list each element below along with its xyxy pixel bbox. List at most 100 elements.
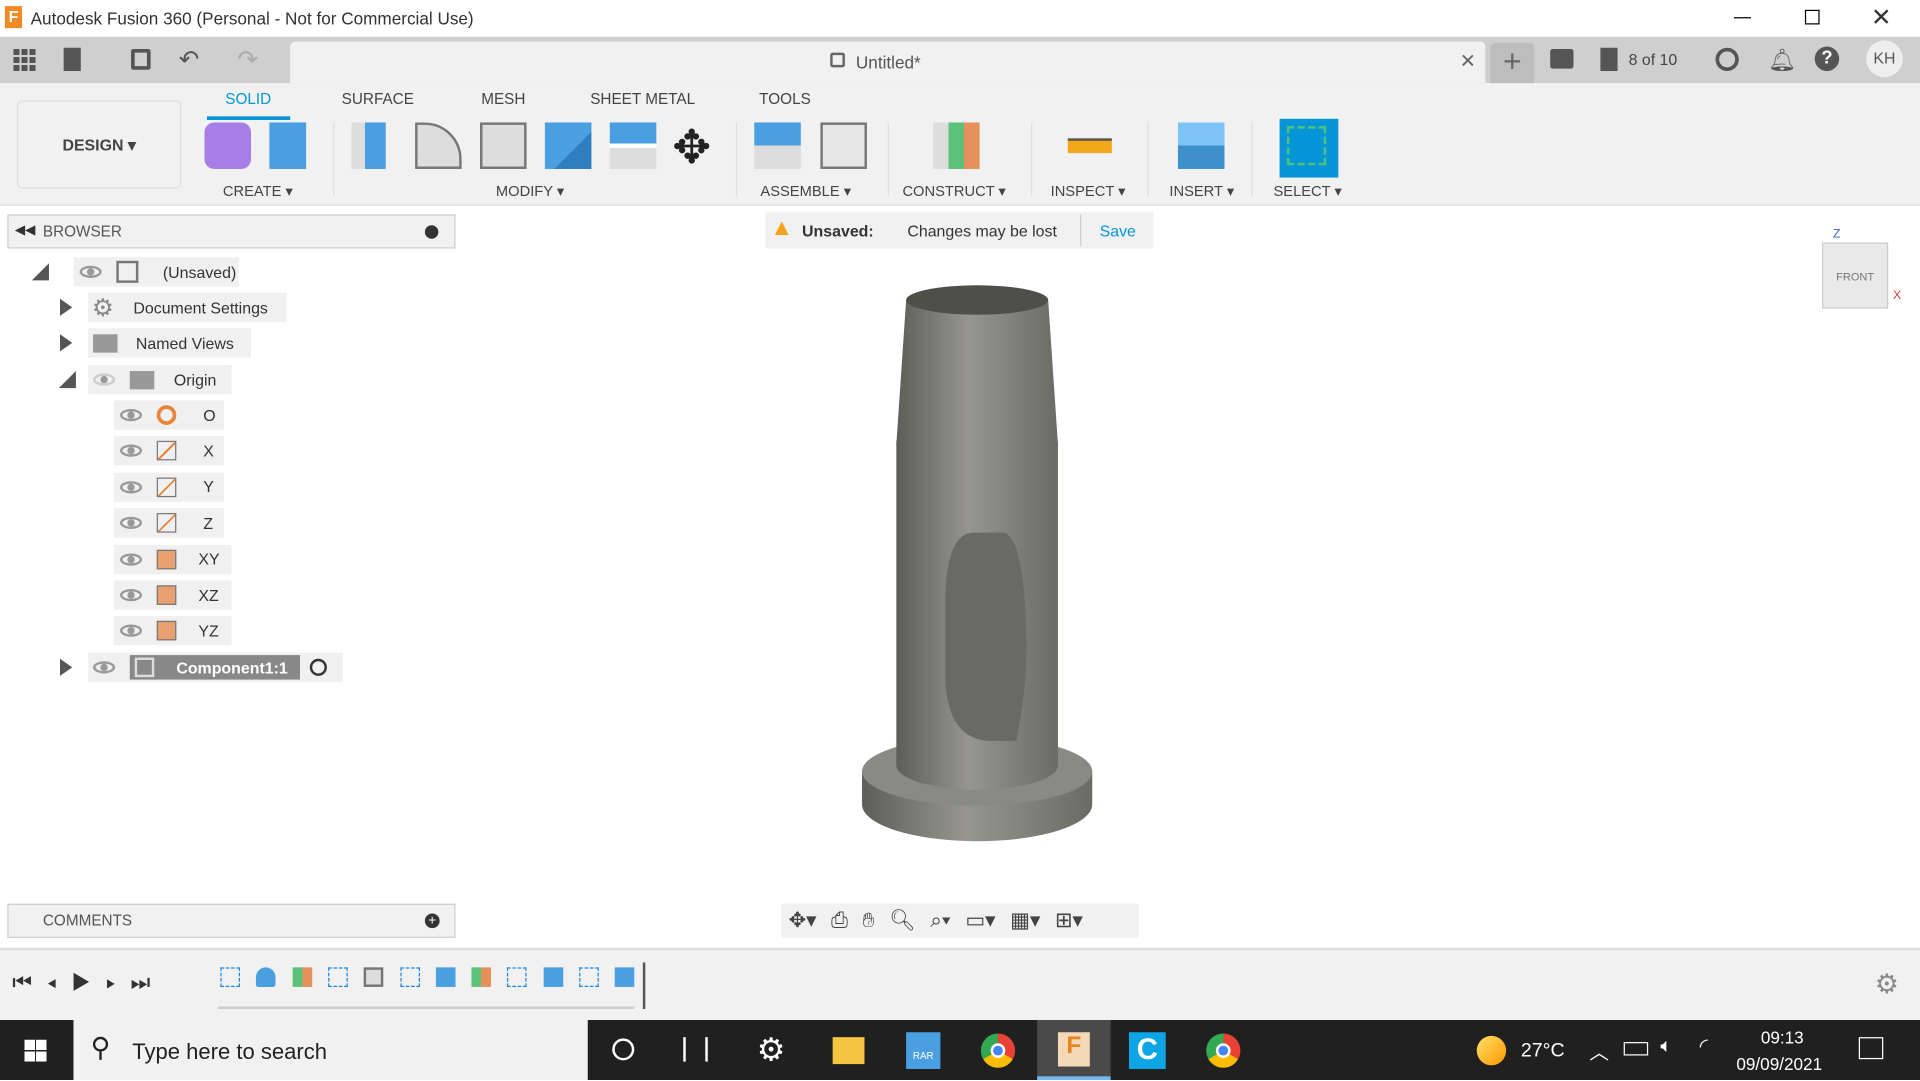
timeline-feature-extrude-icon[interactable]	[435, 967, 456, 987]
minimize-button[interactable]	[1733, 17, 1752, 19]
create-menu[interactable]: CREATE ▾	[223, 182, 293, 199]
user-avatar[interactable]: KH	[1866, 40, 1903, 78]
chrome-icon[interactable]	[980, 1033, 1016, 1068]
select-menu[interactable]: SELECT ▾	[1273, 182, 1341, 199]
file-explorer-icon[interactable]	[832, 1037, 865, 1065]
shell-icon[interactable]	[480, 122, 527, 169]
visibility-eye-icon[interactable]	[79, 265, 102, 278]
clock-date[interactable]: 09/09/2021	[1736, 1054, 1822, 1074]
select-icon[interactable]	[1279, 118, 1339, 178]
display-settings-icon[interactable]: ▭▾	[965, 909, 995, 933]
settings-gear-icon[interactable]: ⚙	[757, 1031, 786, 1069]
document-tab[interactable]: Untitled* ✕	[290, 41, 1486, 84]
task-view-icon[interactable]	[683, 1037, 708, 1062]
go-to-end-icon[interactable]: ⏭	[131, 970, 166, 994]
zoom-icon[interactable]: 🔍︎	[889, 909, 915, 933]
browser-panel-header[interactable]: ◀◀ BROWSER	[7, 214, 456, 249]
timeline-marker[interactable]	[642, 962, 646, 1009]
tab-mesh[interactable]: MESH	[481, 91, 525, 108]
visibility-eye-icon[interactable]	[120, 516, 143, 530]
c-app-icon[interactable]: C	[1128, 1032, 1166, 1069]
construct-menu[interactable]: CONSTRUCT ▾	[902, 182, 1005, 199]
timeline-feature-shell-icon[interactable]	[363, 967, 384, 987]
combine-icon[interactable]	[544, 122, 592, 169]
timeline-feature-sketch-icon[interactable]	[328, 967, 348, 987]
offset-plane-icon[interactable]	[933, 122, 980, 169]
expand-icon[interactable]	[60, 334, 73, 352]
jobs-count[interactable]: 8 of 10	[1629, 50, 1678, 68]
press-pull-icon[interactable]	[351, 122, 386, 169]
collapse-root-icon[interactable]	[31, 263, 49, 281]
tab-solid[interactable]: SOLID	[225, 91, 271, 108]
save-link[interactable]: Save	[1100, 222, 1136, 240]
tab-surface[interactable]: SURFACE	[342, 91, 414, 108]
orbit-icon[interactable]: ✥▾	[789, 909, 817, 933]
play-icon[interactable]: ▶	[71, 970, 105, 994]
visibility-eye-icon[interactable]	[120, 552, 143, 566]
tree-item-origin-z[interactable]: Z	[113, 508, 225, 538]
wifi-icon[interactable]: ◜	[1700, 1035, 1708, 1059]
fit-icon[interactable]: ⌕▾	[930, 909, 950, 933]
taskbar-search-box[interactable]: ⚲ Type here to search	[73, 1020, 588, 1081]
go-to-start-icon[interactable]: ⏮	[12, 970, 47, 994]
grid-settings-icon[interactable]: ▦▾	[1010, 909, 1040, 933]
visibility-eye-icon[interactable]	[120, 408, 143, 422]
timeline-feature-extrude-icon[interactable]	[615, 967, 635, 987]
undo-icon[interactable]: ↶	[179, 44, 200, 75]
clock-icon[interactable]	[1715, 47, 1739, 72]
weather-sun-icon[interactable]	[1476, 1035, 1507, 1066]
joint-icon[interactable]	[820, 122, 867, 169]
step-back-icon[interactable]: ◂	[47, 970, 72, 994]
expand-icon[interactable]	[60, 298, 73, 316]
comments-panel-header[interactable]: COMMENTS +	[7, 903, 456, 938]
timeline-feature-sketch-icon[interactable]	[507, 967, 528, 987]
modify-menu[interactable]: MODIFY ▾	[496, 182, 564, 199]
comments-icon[interactable]	[1550, 48, 1574, 69]
tree-item-named-views[interactable]: Named Views	[88, 328, 252, 358]
help-icon[interactable]: ?	[1814, 46, 1840, 72]
tree-item-origin-x[interactable]: X	[113, 436, 225, 466]
weather-temperature[interactable]: 27°C	[1521, 1041, 1565, 1063]
insert-image-icon[interactable]	[1177, 122, 1225, 169]
timeline-feature-revolve-icon[interactable]	[256, 967, 276, 987]
tree-item-component[interactable]: Component1:1	[88, 652, 343, 683]
pan-hand-icon[interactable]: ✋︎	[863, 909, 875, 933]
restore-button[interactable]	[1804, 9, 1820, 25]
tree-item-origin[interactable]: Origin	[88, 364, 232, 395]
view-cube[interactable]: FRONT	[1822, 242, 1889, 309]
visibility-eye-icon[interactable]	[120, 624, 143, 638]
winrar-icon[interactable]: RAR	[906, 1032, 941, 1069]
visibility-eye-icon[interactable]	[120, 480, 143, 494]
timeline-feature-plane-icon[interactable]	[292, 967, 312, 987]
offset-face-icon[interactable]	[609, 122, 657, 169]
tree-item-document-settings[interactable]: ⚙ Document Settings	[88, 292, 287, 323]
new-tab-button[interactable]: +	[1490, 42, 1535, 84]
timeline-feature-sketch-icon[interactable]	[220, 967, 241, 987]
add-comment-icon[interactable]: +	[424, 913, 440, 929]
view-cube-face[interactable]: FRONT	[1836, 271, 1874, 283]
timeline-feature-sketch-icon[interactable]	[579, 967, 599, 987]
new-component-icon[interactable]	[204, 122, 252, 169]
activate-radio-icon[interactable]	[309, 658, 327, 676]
apps-grid-icon[interactable]	[13, 48, 36, 72]
chrome-icon-2[interactable]	[1206, 1033, 1241, 1068]
viewports-icon[interactable]: ⊞▾	[1055, 909, 1083, 933]
tab-sheet-metal[interactable]: SHEET METAL	[590, 91, 695, 108]
battery-icon[interactable]	[1623, 1042, 1649, 1056]
tree-item-origin-xy[interactable]: XY	[113, 544, 232, 574]
expand-icon[interactable]	[60, 658, 73, 676]
clock-time[interactable]: 09:13	[1761, 1027, 1804, 1047]
tree-item-root[interactable]: (Unsaved)	[73, 257, 239, 287]
timeline-feature-plane-icon[interactable]	[471, 967, 492, 987]
collapse-browser-icon[interactable]: ◀◀	[15, 222, 36, 238]
hidden-eye-icon[interactable]	[93, 373, 116, 386]
save-icon[interactable]	[131, 48, 151, 70]
bell-icon[interactable]: 🔔︎	[1768, 48, 1796, 74]
tree-item-origin-o[interactable]: O	[113, 400, 225, 430]
new-assembly-component-icon[interactable]	[754, 122, 801, 169]
volume-icon[interactable]: 🔈︎	[1660, 1036, 1672, 1058]
3d-model-viewport[interactable]	[845, 276, 1114, 852]
close-window-button[interactable]: ✕	[1871, 2, 1892, 33]
tree-item-origin-xz[interactable]: XZ	[113, 580, 232, 610]
timeline-feature-sketch-icon[interactable]	[399, 967, 420, 987]
